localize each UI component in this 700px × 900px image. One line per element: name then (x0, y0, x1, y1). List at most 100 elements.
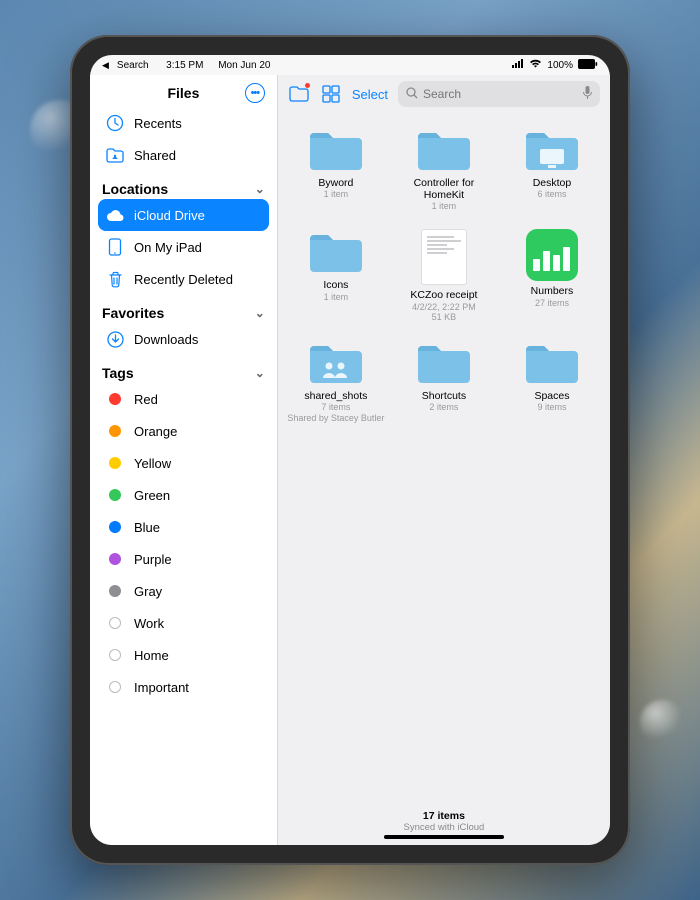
back-caret-icon[interactable]: ◀ (102, 60, 109, 71)
file-name: Desktop (533, 177, 572, 189)
search-input[interactable] (423, 87, 578, 101)
status-bar: ◀ Search 3:15 PM Mon Jun 20 100% (90, 55, 610, 75)
file-name: Shortcuts (422, 390, 466, 402)
file-meta: 1 item (432, 201, 457, 211)
sidebar-item-downloads[interactable]: Downloads (98, 323, 269, 355)
mic-icon[interactable] (583, 86, 592, 102)
chevron-down-icon: ⌄ (255, 306, 265, 320)
folder-icon (307, 340, 365, 386)
sidebar-item-label: Green (134, 488, 170, 503)
back-app-label[interactable]: Search (117, 60, 149, 71)
tag-dot-icon (106, 518, 124, 536)
item-count: 17 items (278, 810, 610, 822)
file-item[interactable]: Desktop6 items (498, 127, 606, 211)
battery-percent: 100% (547, 60, 573, 71)
more-options-button[interactable]: ••• (245, 83, 265, 103)
folder-icon (307, 127, 365, 173)
sidebar-item-on-my-ipad[interactable]: On My iPad (98, 231, 269, 263)
home-indicator[interactable] (384, 835, 504, 839)
sidebar-item-label: Purple (134, 552, 172, 567)
sidebar-item-label: Important (134, 680, 189, 695)
chevron-down-icon: ⌄ (255, 182, 265, 196)
file-item[interactable]: shared_shots7 itemsShared by Stacey Butl… (282, 340, 390, 423)
shared-folder-icon (106, 146, 124, 164)
battery-icon (578, 59, 598, 72)
sidebar-item-green[interactable]: Green (98, 479, 269, 511)
sidebar-item-label: Home (134, 648, 169, 663)
tags-header[interactable]: Tags ⌄ (98, 355, 269, 383)
tag-dot-icon (106, 582, 124, 600)
select-button[interactable]: Select (352, 87, 388, 102)
file-name: Byword (318, 177, 353, 189)
tag-dot-icon (106, 614, 124, 632)
tag-dot-icon (106, 390, 124, 408)
file-name: Controller for HomeKit (399, 177, 489, 201)
sidebar-item-shared[interactable]: Shared (98, 139, 269, 171)
document-icon (421, 229, 467, 285)
file-grid[interactable]: Byword1 itemController for HomeKit1 item… (278, 113, 610, 804)
file-meta: 1 item (324, 292, 349, 302)
file-meta: 27 items (535, 298, 569, 308)
search-field[interactable] (398, 81, 600, 107)
file-meta: 4/2/22, 2:22 PM (412, 302, 476, 312)
sidebar-item-gray[interactable]: Gray (98, 575, 269, 607)
locations-header[interactable]: Locations ⌄ (98, 171, 269, 199)
tag-dot-icon (106, 678, 124, 696)
sidebar-item-red[interactable]: Red (98, 383, 269, 415)
file-meta: 2 items (429, 402, 458, 412)
download-icon (106, 330, 124, 348)
sidebar-item-label: Work (134, 616, 164, 631)
file-item[interactable]: Icons1 item (282, 229, 390, 322)
sidebar-item-home[interactable]: Home (98, 639, 269, 671)
sidebar-item-blue[interactable]: Blue (98, 511, 269, 543)
file-item[interactable]: Controller for HomeKit1 item (390, 127, 498, 211)
file-meta-2: 51 KB (432, 312, 457, 322)
sidebar-item-work[interactable]: Work (98, 607, 269, 639)
sidebar-item-important[interactable]: Important (98, 671, 269, 703)
sidebar-item-recents[interactable]: Recents (98, 107, 269, 139)
main-panel: Select Byword1 itemController for HomeKi… (278, 75, 610, 845)
sidebar-item-label: Gray (134, 584, 162, 599)
sidebar-item-label: Recently Deleted (134, 272, 233, 287)
search-icon (406, 87, 418, 102)
folder-icon (307, 229, 365, 275)
sidebar-item-orange[interactable]: Orange (98, 415, 269, 447)
sync-status: Synced with iCloud (278, 822, 610, 833)
file-meta: 1 item (324, 189, 349, 199)
sidebar-item-icloud-drive[interactable]: iCloud Drive (98, 199, 269, 231)
icloud-icon (106, 206, 124, 224)
file-item[interactable]: Numbers27 items (498, 229, 606, 322)
status-date: Mon Jun 20 (218, 60, 270, 71)
sidebar-item-yellow[interactable]: Yellow (98, 447, 269, 479)
file-name: Numbers (531, 285, 574, 297)
sidebar-item-purple[interactable]: Purple (98, 543, 269, 575)
clock-icon (106, 114, 124, 132)
sidebar: Files ••• RecentsShared Locations ⌄ iClo… (90, 75, 278, 845)
file-meta-2: Shared by Stacey Butler (287, 413, 384, 423)
file-item[interactable]: Byword1 item (282, 127, 390, 211)
view-options-button[interactable] (320, 83, 342, 105)
file-item[interactable]: Shortcuts2 items (390, 340, 498, 423)
trash-icon (106, 270, 124, 288)
sidebar-item-label: Yellow (134, 456, 171, 471)
toolbar: Select (278, 75, 610, 113)
file-name: shared_shots (304, 390, 367, 402)
file-item[interactable]: Spaces9 items (498, 340, 606, 423)
folder-icon (523, 340, 581, 386)
sidebar-item-recently-deleted[interactable]: Recently Deleted (98, 263, 269, 295)
folder-icon (415, 340, 473, 386)
numbers-app-icon (526, 229, 578, 281)
sidebar-item-label: Downloads (134, 332, 198, 347)
favorites-header[interactable]: Favorites ⌄ (98, 295, 269, 323)
new-folder-button[interactable] (288, 83, 310, 105)
tag-dot-icon (106, 454, 124, 472)
chevron-down-icon: ⌄ (255, 366, 265, 380)
screen: ◀ Search 3:15 PM Mon Jun 20 100% (90, 55, 610, 845)
sidebar-item-label: Shared (134, 148, 176, 163)
sidebar-item-label: On My iPad (134, 240, 202, 255)
ipad-frame: ◀ Search 3:15 PM Mon Jun 20 100% (70, 35, 630, 865)
file-name: Spaces (534, 390, 569, 402)
folder-icon (523, 127, 581, 173)
file-item[interactable]: KCZoo receipt4/2/22, 2:22 PM51 KB (390, 229, 498, 322)
sidebar-item-label: Orange (134, 424, 177, 439)
